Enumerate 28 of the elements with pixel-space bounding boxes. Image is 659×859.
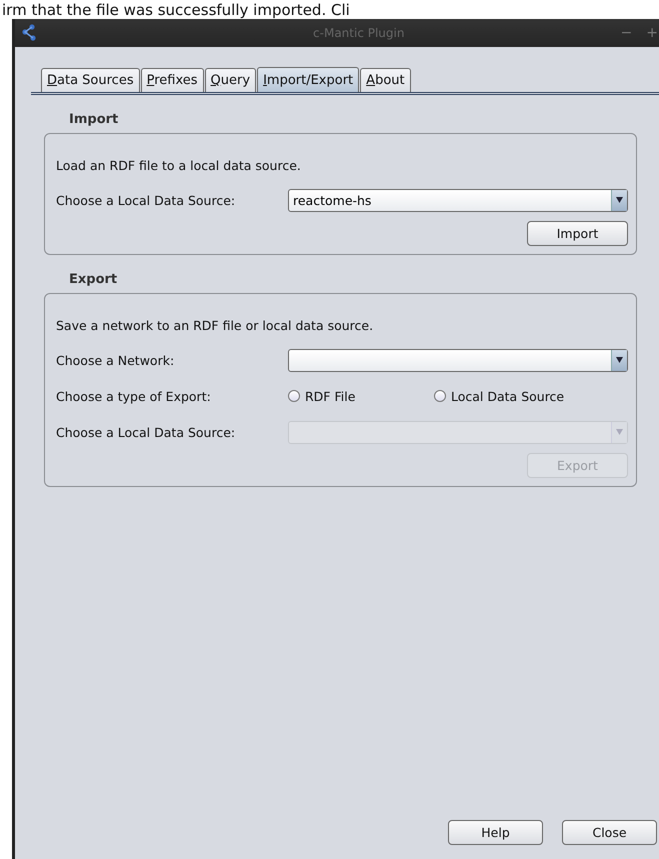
dialog-button[interactable]: Help [448, 820, 543, 845]
network-dropdown[interactable] [288, 348, 628, 372]
tab[interactable]: Query [204, 68, 256, 92]
section-heading: Export [69, 272, 118, 287]
dropdown-arrow-icon [616, 357, 623, 363]
radio-option[interactable]: Local Data Source [434, 388, 580, 404]
section-heading: Import [69, 112, 120, 127]
background-text: irm that the file was successfully imported. Cli [2, 1, 350, 20]
tab[interactable]: Data Sources [41, 68, 140, 92]
window-title: c-Mantic Plugin [312, 26, 406, 40]
network-logo-icon [21, 24, 37, 42]
dialog-button[interactable]: Close [562, 820, 657, 845]
dropdown-arrow-icon [616, 429, 623, 435]
description: Save a network to an RDF file or local data source. [56, 318, 374, 333]
data-source-dropdown[interactable]: reactome-hs [288, 188, 628, 212]
field-label: Choose a Local Data Source: [56, 192, 236, 208]
tab[interactable]: About [360, 68, 411, 92]
tab[interactable]: Prefixes [140, 68, 204, 92]
field-label: Choose a Local Data Source: [56, 424, 236, 440]
description: Load an RDF file to a local data source. [56, 158, 302, 173]
field-label: Choose a type of Export: [56, 388, 212, 404]
radio-icon[interactable] [288, 390, 300, 402]
field-label: Choose a Network: [56, 352, 176, 368]
dropdown-arrow-icon [616, 197, 623, 203]
radio-icon[interactable] [434, 390, 446, 402]
import-button[interactable]: Import [527, 221, 628, 246]
radio-option[interactable]: RDF File [288, 388, 434, 404]
tab[interactable]: Import/Export [257, 67, 360, 92]
